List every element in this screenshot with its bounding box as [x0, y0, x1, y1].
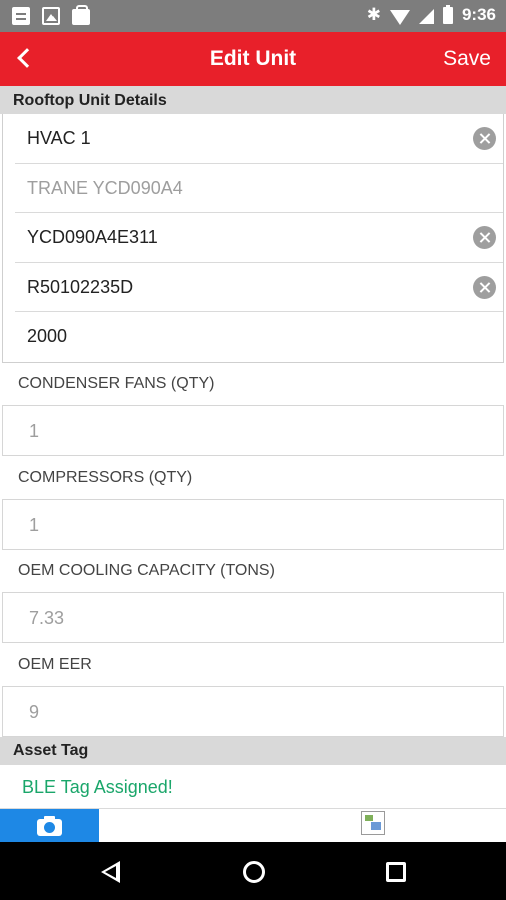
- app-bar: Edit Unit Save: [0, 32, 506, 86]
- field-value: 1: [29, 421, 40, 441]
- wifi-icon: [389, 9, 410, 25]
- rooftop-fields-group: HVAC 1 TRANE YCD090A4 YCD090A4E311 R5010…: [2, 114, 504, 363]
- condenser-fans-label: CONDENSER FANS (QTY): [18, 375, 215, 392]
- camera-icon: [37, 816, 62, 836]
- save-button[interactable]: Save: [443, 47, 491, 71]
- tab-camera[interactable]: [0, 809, 99, 842]
- year-field[interactable]: 2000: [3, 312, 503, 362]
- status-bar: ✱ 9:36: [0, 0, 506, 32]
- bluetooth-icon: ✱: [366, 5, 381, 24]
- cooling-capacity-label: OEM COOLING CAPACITY (TONS): [18, 562, 275, 579]
- compressors-label: COMPRESSORS (QTY): [18, 469, 193, 486]
- field-placeholder: TRANE YCD090A4: [27, 177, 183, 198]
- serial-number-field[interactable]: R50102235D: [3, 263, 503, 313]
- unit-name-field[interactable]: HVAC 1: [3, 114, 503, 164]
- oem-eer-label: OEM EER: [18, 656, 92, 673]
- bag-icon: [72, 5, 90, 25]
- nav-back-icon[interactable]: [101, 861, 120, 883]
- nav-home-icon[interactable]: [243, 861, 265, 883]
- section-header-rooftop: Rooftop Unit Details: [0, 86, 506, 114]
- image-icon: [42, 7, 60, 25]
- compressors-input[interactable]: 1: [2, 499, 504, 550]
- nav-recents-icon[interactable]: [386, 862, 406, 882]
- condenser-fans-input[interactable]: 1: [2, 405, 504, 456]
- cooling-capacity-input[interactable]: 7.33: [2, 592, 504, 643]
- section-header-asset-tag: Asset Tag: [0, 737, 506, 765]
- field-value: 1: [29, 515, 40, 535]
- signal-icon: [418, 8, 434, 24]
- asset-tag-row: BLE Tag Assigned!: [0, 765, 506, 809]
- clear-icon[interactable]: [473, 127, 496, 150]
- field-value: 7.33: [29, 608, 65, 628]
- bottom-tab-bar: [0, 809, 506, 842]
- broken-image-icon[interactable]: [361, 811, 385, 835]
- model-number-field[interactable]: YCD090A4E311: [3, 213, 503, 263]
- battery-icon: [442, 4, 453, 24]
- asset-tag-status: BLE Tag Assigned!: [22, 777, 173, 797]
- page-title: Edit Unit: [209, 47, 297, 70]
- status-time: 9:36: [461, 5, 496, 24]
- model-field[interactable]: TRANE YCD090A4: [3, 164, 503, 214]
- field-value: R50102235D: [27, 276, 134, 297]
- field-value: YCD090A4E311: [27, 227, 158, 248]
- document-icon: [12, 7, 30, 25]
- field-value: 9: [29, 702, 40, 722]
- field-value: 2000: [27, 326, 68, 347]
- clear-icon[interactable]: [473, 226, 496, 250]
- navigation-bar: [0, 842, 506, 900]
- clear-icon[interactable]: [473, 275, 496, 299]
- field-value: HVAC 1: [27, 128, 91, 148]
- oem-eer-input[interactable]: 9: [2, 686, 504, 737]
